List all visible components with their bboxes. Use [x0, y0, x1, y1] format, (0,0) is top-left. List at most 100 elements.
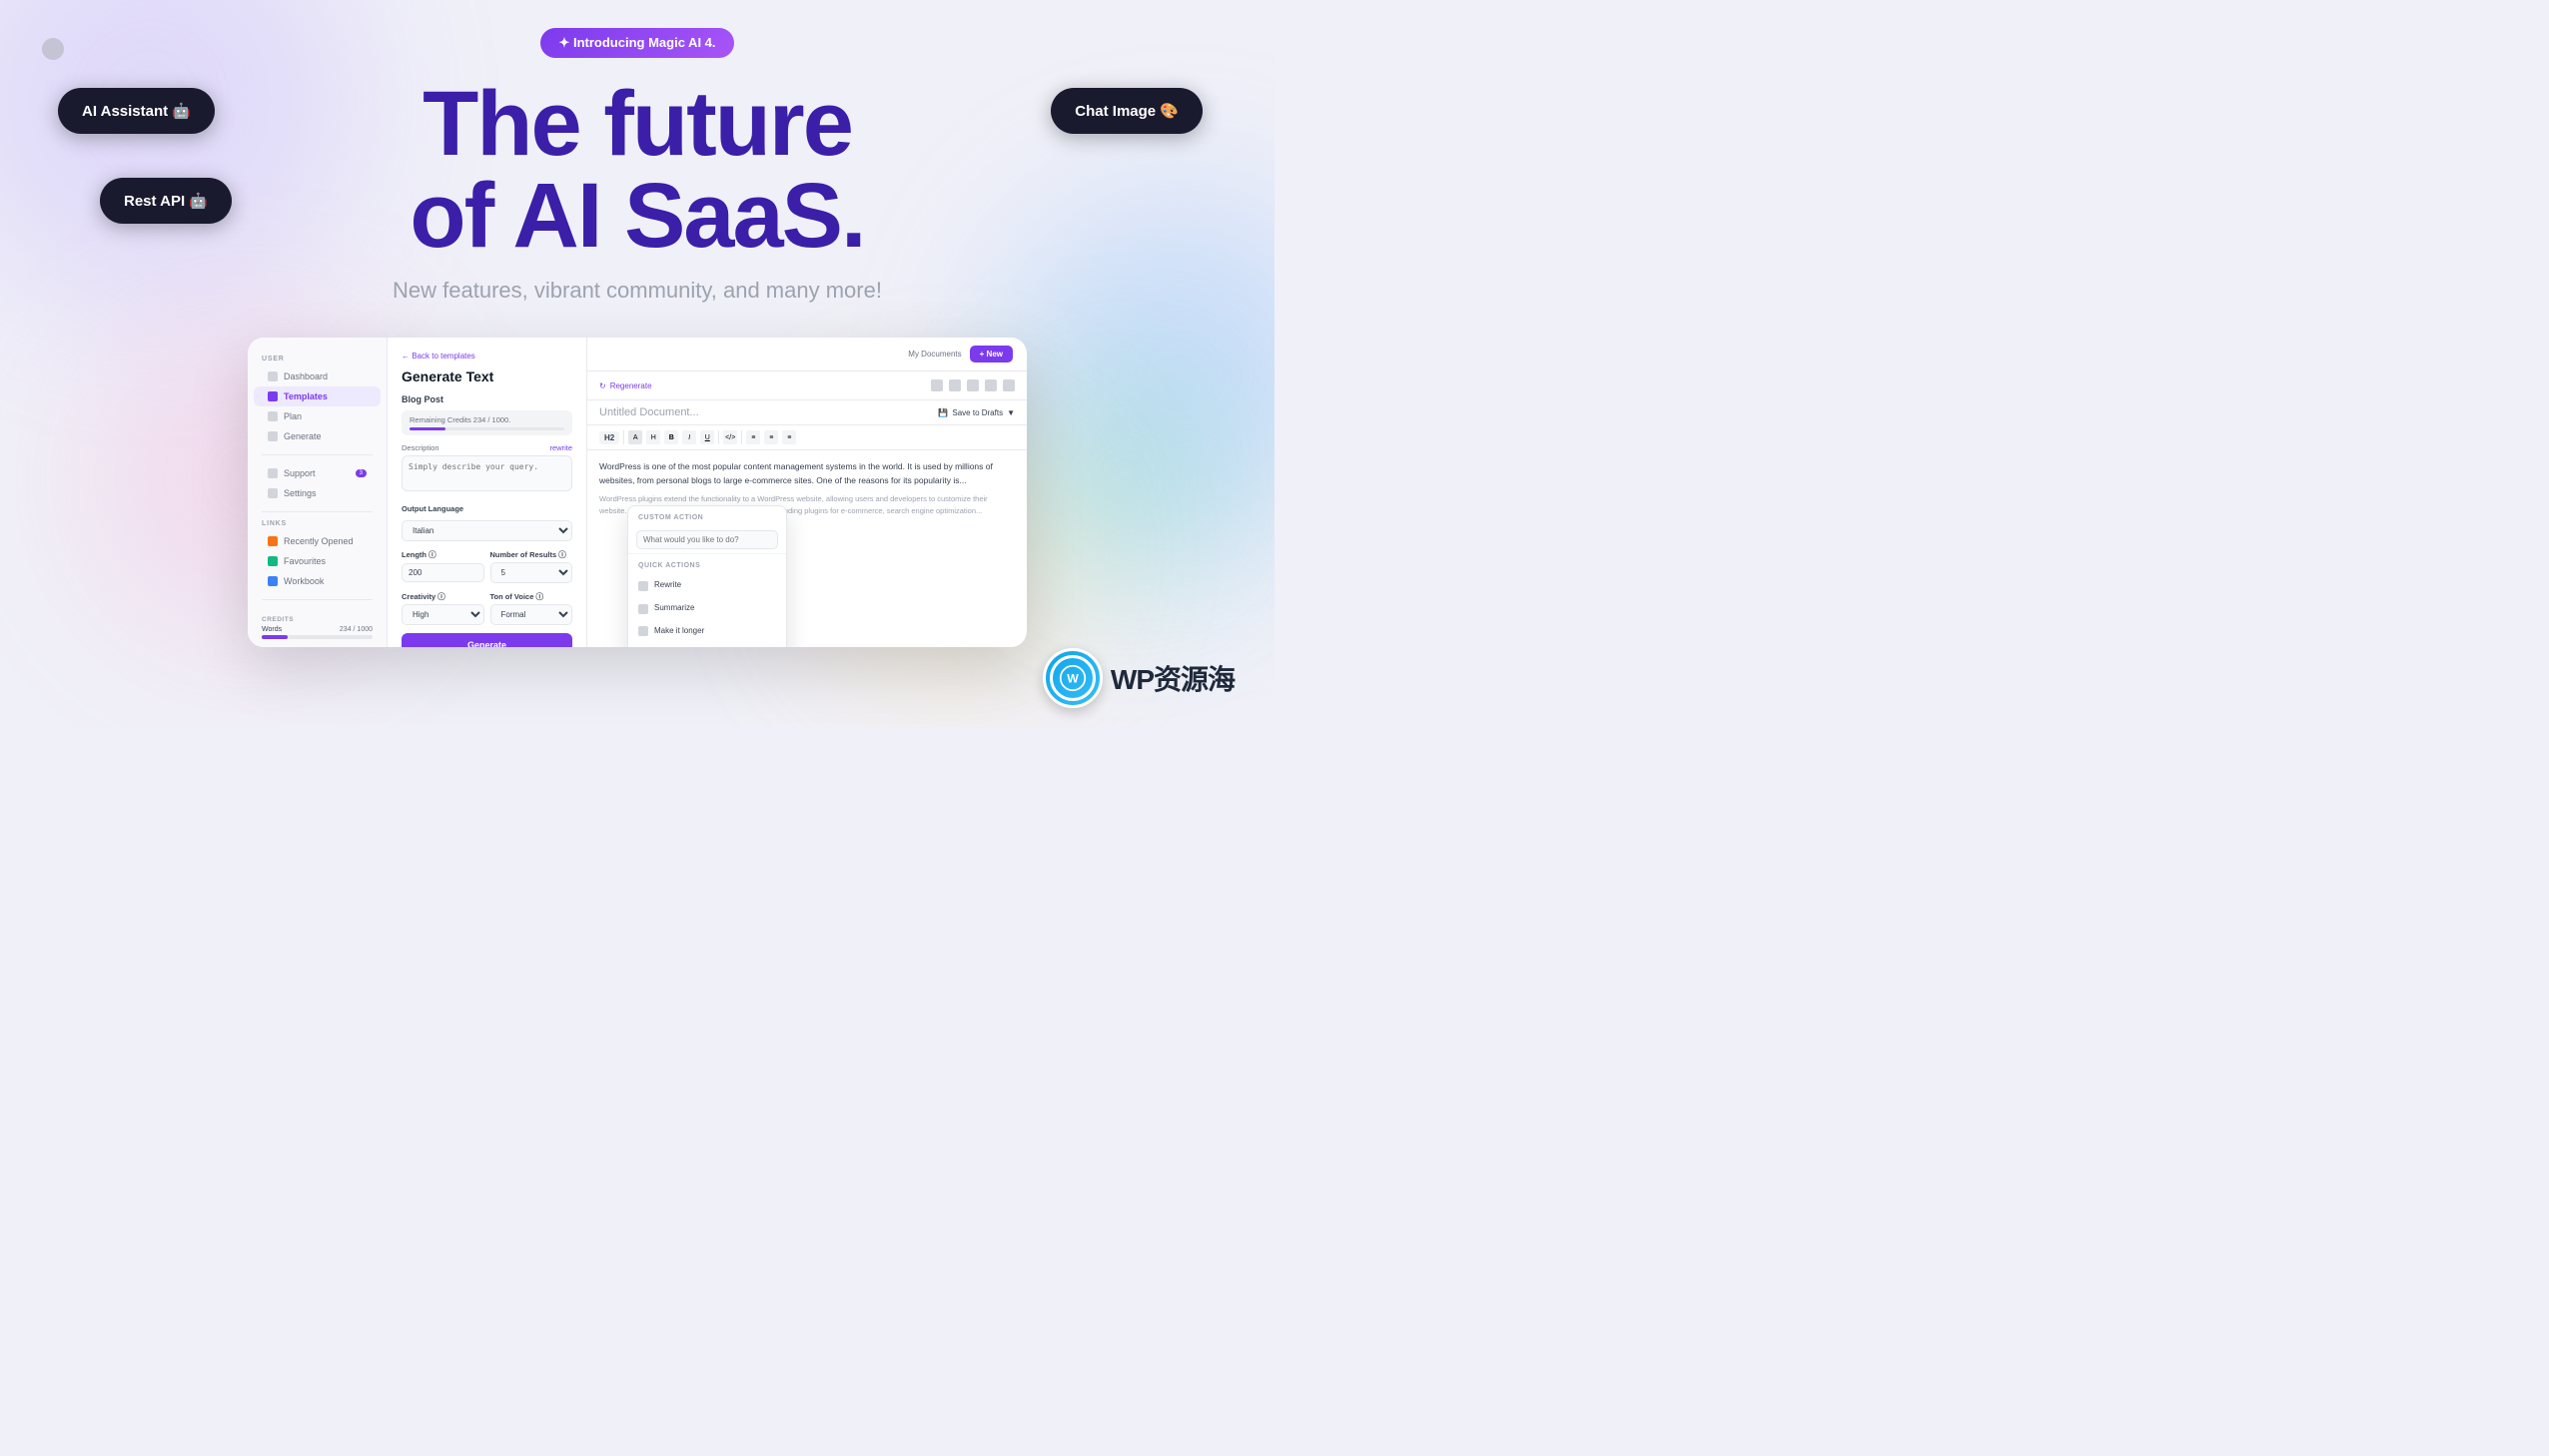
plan-icon	[268, 411, 278, 421]
sidebar-user-label: USER	[248, 356, 387, 363]
sidebar-item-settings[interactable]: Settings	[254, 483, 381, 503]
context-summarize[interactable]: Summarize	[628, 597, 786, 620]
length-label: Length ⓘ	[402, 549, 484, 560]
sidebar-plan-label: Plan	[284, 411, 302, 421]
output-language-select[interactable]: Italian	[402, 520, 572, 541]
save-draft-label: Save to Drafts	[952, 408, 1003, 417]
toolbar-icons	[931, 379, 1015, 391]
form-description-label: Description rewrite	[402, 443, 572, 452]
sidebar-support-label: Support	[284, 468, 316, 478]
format-h2-button[interactable]: H2	[599, 431, 619, 444]
rest-api-label: Rest API 🤖	[124, 192, 208, 210]
length-results-row: Length ⓘ Number of Results ⓘ 5	[402, 549, 572, 583]
sidebar-settings-label: Settings	[284, 488, 317, 498]
credits-words: Words	[262, 626, 282, 633]
credits-remaining-fill	[410, 427, 445, 430]
context-rewrite[interactable]: Rewrite	[628, 574, 786, 597]
editor-header: Untitled Document... 💾 Save to Drafts ▼	[587, 400, 1027, 425]
toolbar-icon-1[interactable]	[931, 379, 943, 391]
sidebar-item-dashboard[interactable]: Dashboard	[254, 366, 381, 386]
toolbar-icon-2[interactable]	[949, 379, 961, 391]
recent-icon	[268, 536, 278, 546]
badge-label: ✦ Introducing Magic AI 4.	[558, 35, 715, 51]
svg-text:W: W	[1067, 671, 1079, 685]
context-shorter[interactable]: Make it shorter	[628, 643, 786, 647]
format-color-button[interactable]: A	[628, 430, 642, 444]
credits-bar-bg	[262, 635, 373, 639]
sidebar-recent-label: Recently Opened	[284, 536, 354, 546]
sidebar-item-support[interactable]: Support 3	[254, 463, 381, 483]
creativity-col: Creativity ⓘ High	[402, 591, 484, 625]
longer-label: Make it longer	[654, 625, 704, 638]
my-docs-bar: My Documents + New	[587, 338, 1027, 371]
description-textarea[interactable]	[402, 455, 572, 491]
creativity-select[interactable]: High	[402, 604, 484, 625]
format-align-right-button[interactable]: ≡	[782, 430, 796, 444]
generate-button[interactable]: Generate	[402, 633, 572, 647]
wp-logo-circle: W	[1043, 648, 1103, 708]
wp-text-group: WP资源海	[1111, 658, 1235, 698]
sidebar-divider-2	[262, 511, 373, 512]
custom-action-row	[628, 526, 786, 554]
save-draft-icon: 💾	[938, 408, 948, 417]
regenerate-button[interactable]: ↻ Regenerate	[599, 381, 652, 390]
credits-label: CREDITS	[262, 616, 373, 623]
ai-assistant-button[interactable]: AI Assistant 🤖	[58, 88, 215, 134]
back-link[interactable]: ← Back to templates	[402, 352, 572, 361]
length-col: Length ⓘ	[402, 549, 484, 583]
new-document-button[interactable]: + New	[970, 346, 1013, 363]
templates-icon	[268, 391, 278, 401]
sidebar-fav-label: Favourites	[284, 556, 326, 566]
quick-actions-label: QUICK ACTIONS	[628, 554, 786, 574]
format-underline-button[interactable]: U	[700, 430, 714, 444]
custom-action-input[interactable]	[636, 530, 778, 549]
format-code-button[interactable]: </>	[723, 430, 737, 444]
custom-action-label: CUSTOM ACTION	[628, 506, 786, 526]
toolbar-icon-4[interactable]	[985, 379, 997, 391]
length-input[interactable]	[402, 563, 484, 582]
sidebar-divider-1	[262, 454, 373, 455]
ai-assistant-label: AI Assistant 🤖	[82, 102, 191, 120]
number-results-select[interactable]: 5	[490, 562, 573, 583]
form-subtitle: Blog Post	[402, 394, 572, 404]
save-draft-button[interactable]: 💾 Save to Drafts ▼	[938, 408, 1015, 417]
sidebar-item-templates[interactable]: Templates	[254, 386, 381, 406]
chat-image-button[interactable]: Chat Image 🎨	[1051, 88, 1203, 134]
format-italic-button[interactable]: I	[682, 430, 696, 444]
hero-heading: The future of AI SaaS.	[410, 78, 864, 262]
rewrite-icon	[638, 581, 648, 591]
format-divider-1	[623, 430, 624, 444]
editor-panel: My Documents + New ↻ Regenerate	[587, 338, 1027, 647]
rest-api-button[interactable]: Rest API 🤖	[100, 178, 232, 224]
format-highlight-button[interactable]: H	[646, 430, 660, 444]
toolbar-icon-3[interactable]	[967, 379, 979, 391]
form-title: Generate Text	[402, 368, 572, 384]
sidebar-item-generate[interactable]: Generate	[254, 426, 381, 446]
editor-content[interactable]: WordPress is one of the most popular con…	[587, 450, 1027, 647]
app-sidebar: USER Dashboard Templates Plan Generate	[248, 338, 388, 647]
doc-title[interactable]: Untitled Document...	[599, 406, 699, 418]
generate-icon	[268, 431, 278, 441]
wp-watermark: W WP资源海	[1043, 648, 1235, 708]
context-longer[interactable]: Make it longer	[628, 620, 786, 643]
workbook-icon	[268, 576, 278, 586]
sidebar-item-recent[interactable]: Recently Opened	[254, 531, 381, 551]
format-align-center-button[interactable]: ≡	[764, 430, 778, 444]
format-bold-button[interactable]: B	[664, 430, 678, 444]
my-docs-text: My Documents	[908, 350, 961, 359]
output-language-row: Output Language Italian	[402, 504, 572, 541]
output-language-label: Output Language	[402, 504, 572, 513]
tone-select[interactable]: Formal	[490, 604, 573, 625]
longer-icon	[638, 626, 648, 636]
sidebar-item-workbook[interactable]: Workbook	[254, 571, 381, 591]
sidebar-item-favourites[interactable]: Favourites	[254, 551, 381, 571]
format-align-left-button[interactable]: ≡	[746, 430, 760, 444]
sidebar-item-plan[interactable]: Plan	[254, 406, 381, 426]
credits-remaining-bar	[410, 427, 564, 430]
toolbar-icon-5[interactable]	[1003, 379, 1015, 391]
app-mockup: USER Dashboard Templates Plan Generate	[248, 338, 1027, 647]
format-divider-3	[741, 430, 742, 444]
hero-heading-line1: The future	[423, 73, 852, 175]
dashboard-icon	[268, 371, 278, 381]
context-menu: CUSTOM ACTION QUICK ACTIONS Rewrite Summ…	[627, 505, 787, 647]
